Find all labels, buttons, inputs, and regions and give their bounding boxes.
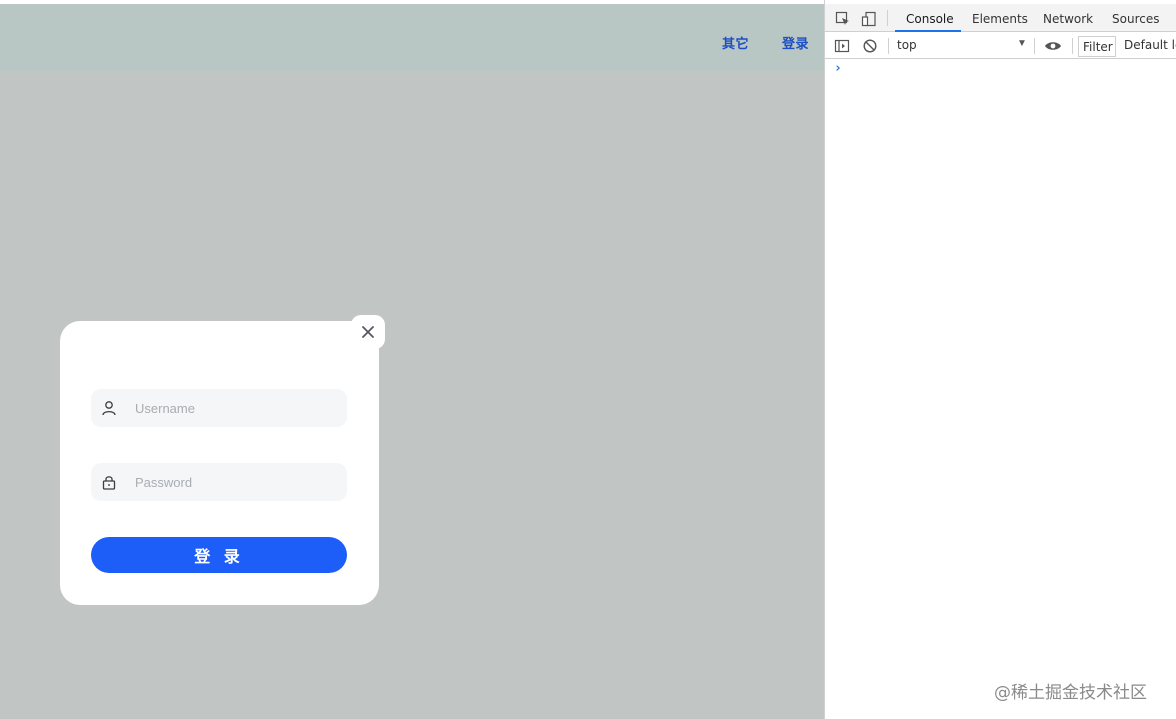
devtools-separator xyxy=(887,10,888,26)
console-prompt[interactable]: › xyxy=(834,61,842,76)
screen: 其它 登录 Username 登 录 Console Elements Netw… xyxy=(0,0,1176,719)
user-icon xyxy=(99,398,119,418)
devtools-panel: Console Elements Network Sources top ▼ F… xyxy=(824,0,1176,719)
toolbar-separator xyxy=(1072,38,1073,54)
close-icon xyxy=(362,326,374,338)
tab-elements[interactable]: Elements xyxy=(972,12,1028,26)
toolbar-separator xyxy=(888,38,889,54)
nav-link-other[interactable]: 其它 xyxy=(722,33,749,52)
live-expression-eye-icon[interactable] xyxy=(1044,37,1062,55)
password-field xyxy=(91,463,347,501)
tab-sources[interactable]: Sources xyxy=(1112,12,1159,26)
console-filter-input[interactable]: Filter xyxy=(1078,36,1116,57)
toolbar-separator xyxy=(1034,38,1035,54)
username-input[interactable] xyxy=(135,393,335,423)
password-input[interactable] xyxy=(135,467,335,497)
log-levels-select[interactable]: Default levels xyxy=(1124,38,1176,52)
username-field xyxy=(91,389,347,427)
inspect-element-icon[interactable] xyxy=(834,10,852,28)
modal-close-button[interactable] xyxy=(351,315,385,349)
sidebar-toggle-icon[interactable] xyxy=(833,37,851,55)
login-submit-button[interactable]: 登 录 xyxy=(91,537,347,573)
tab-console[interactable]: Console xyxy=(906,12,954,26)
clear-console-icon[interactable] xyxy=(861,37,879,55)
nav-link-login[interactable]: 登录 xyxy=(782,33,809,52)
watermark: @稀土掘金技术社区 xyxy=(994,683,1147,703)
page-viewport: 其它 登录 Username 登 录 xyxy=(0,0,824,719)
active-tab-indicator xyxy=(895,30,961,32)
dropdown-arrow-icon[interactable]: ▼ xyxy=(1017,38,1027,49)
tab-network[interactable]: Network xyxy=(1043,12,1093,26)
lock-icon xyxy=(99,472,119,492)
console-toolbar: top ▼ Filter Default levels xyxy=(825,33,1176,59)
devtools-tab-bar: Console Elements Network Sources xyxy=(825,4,1176,32)
execution-context-select[interactable]: top xyxy=(897,38,917,52)
page-header: 其它 登录 xyxy=(0,4,824,71)
device-toggle-icon[interactable] xyxy=(860,10,878,28)
